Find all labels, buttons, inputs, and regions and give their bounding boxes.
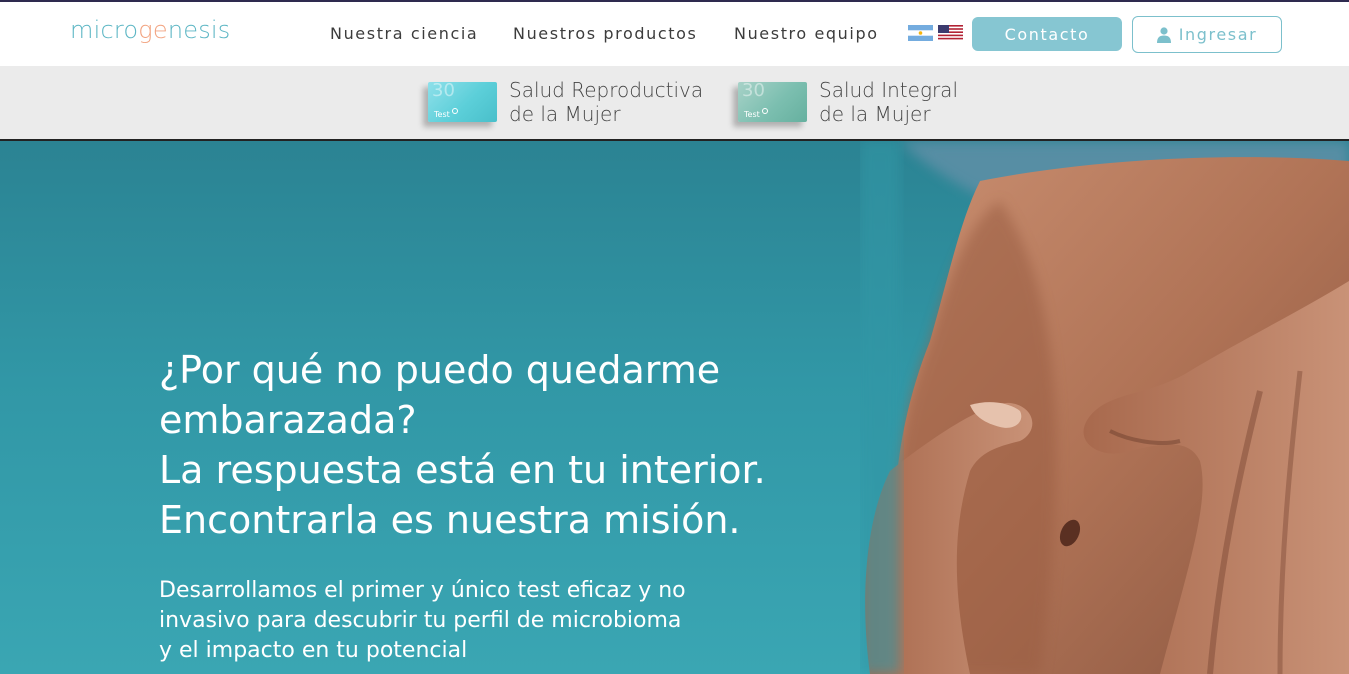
argentina-flag-icon[interactable] xyxy=(908,25,933,41)
product-title: Salud Reproductiva de la Mujer xyxy=(509,78,704,126)
usa-flag-icon[interactable] xyxy=(938,25,963,41)
hero-photo-hands-on-belly xyxy=(860,141,1349,674)
login-button[interactable]: Ingresar xyxy=(1132,16,1282,53)
product-title: Salud Integral de la Mujer xyxy=(819,78,958,126)
product-salud-reproductiva[interactable]: 30 Test Salud Reproductiva de la Mujer xyxy=(428,78,703,126)
contact-button[interactable]: Contacto xyxy=(972,17,1122,51)
microgenesis-logo[interactable]: microgenesis xyxy=(70,16,231,50)
user-icon xyxy=(1156,26,1171,43)
product-salud-integral[interactable]: 30 Test Salud Integral de la Mujer xyxy=(738,78,958,126)
login-label: Ingresar xyxy=(1178,25,1258,44)
hero-heading: ¿Por qué no puedo quedarme embarazada? L… xyxy=(159,348,766,542)
product-package-image: 30 Test xyxy=(738,82,807,122)
nav-link-nuestros-productos[interactable]: Nuestros productos xyxy=(513,24,697,43)
product-package-image: 30 Test xyxy=(428,82,497,122)
nav-link-nuestra-ciencia[interactable]: Nuestra ciencia xyxy=(330,24,478,43)
product-bar: 30 Test Salud Reproductiva de la Mujer 3… xyxy=(0,66,1349,141)
top-navigation: microgenesis Nuestra ciencia Nuestros pr… xyxy=(0,2,1349,66)
hero-description: Desarrollamos el primer y único test efi… xyxy=(159,578,686,663)
nav-link-nuestro-equipo[interactable]: Nuestro equipo xyxy=(734,24,879,43)
hero-section: ¿Por qué no puedo quedarme embarazada? L… xyxy=(0,141,1349,674)
